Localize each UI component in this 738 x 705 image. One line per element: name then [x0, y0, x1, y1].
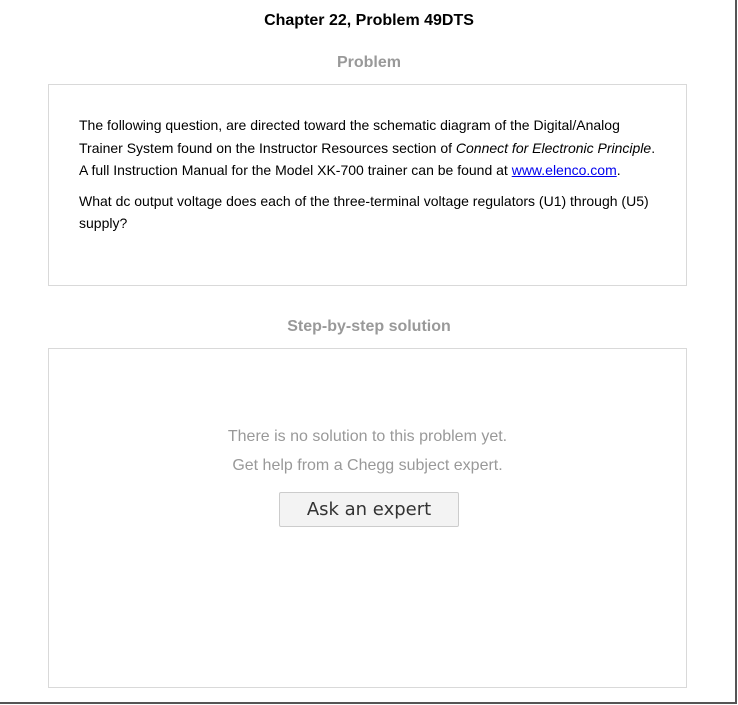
ask-expert-button[interactable]: Ask an expert — [279, 492, 459, 527]
problem-paragraph-1: The following question, are directed tow… — [79, 114, 656, 182]
problem-paragraph-2: What dc output voltage does each of the … — [79, 192, 649, 232]
page-title: Chapter 22, Problem 49DTS — [264, 12, 474, 29]
solution-card: There is no solution to this problem yet… — [48, 348, 687, 688]
problem-card: The following question, are directed tow… — [48, 84, 687, 286]
problem-text-end: . — [616, 162, 621, 178]
expert-help-message: Get help from a Chegg subject expert. — [232, 457, 503, 474]
book-title: Connect for Electronic Principle — [455, 139, 652, 156]
no-solution-message: There is no solution to this problem yet… — [227, 428, 508, 445]
elenco-link[interactable]: www.elenco.com — [512, 162, 617, 178]
solution-heading: Step-by-step solution — [287, 318, 451, 335]
problem-heading: Problem — [336, 54, 401, 71]
